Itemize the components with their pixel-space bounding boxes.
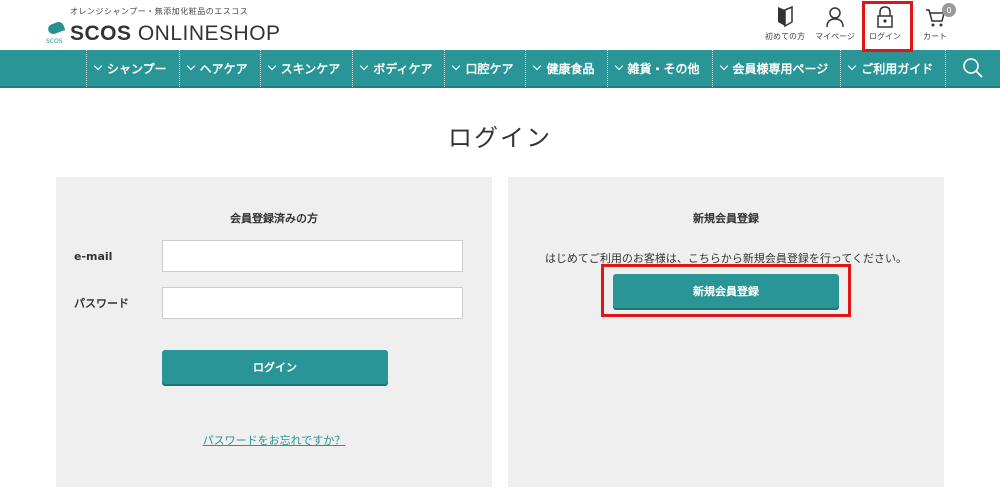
nav-item-label: ご利用ガイド: [861, 61, 934, 76]
chevron-down-icon: [848, 61, 857, 71]
nav-item-label: 健康食品: [546, 61, 595, 76]
nav-item-health-food[interactable]: 健康食品: [525, 49, 606, 87]
search-icon: [963, 58, 983, 78]
nav-item-label: 会員様専用ページ: [732, 61, 829, 76]
logo-tagline: オレンジシャンプー・無添加化粧品のエスコス: [70, 7, 249, 16]
chevron-down-icon: [452, 61, 461, 71]
beginner-mark-icon: [778, 6, 793, 28]
nav-item-label: シャンプー: [107, 61, 167, 76]
nav-item-shampoo[interactable]: シャンプー: [86, 49, 179, 87]
register-panel: 新規会員登録 はじめてご利用のお客様は、こちらから新規会員登録を行ってください。…: [508, 177, 944, 487]
page-title: ログイン: [448, 124, 552, 152]
first-time-link[interactable]: 初めての方: [760, 6, 810, 42]
chevron-down-icon: [186, 61, 195, 71]
cart-link[interactable]: 0 カート: [910, 3, 960, 42]
email-label: e-mail: [74, 249, 113, 263]
password-label: パスワード: [74, 297, 129, 310]
chevron-down-icon: [614, 61, 623, 71]
nav-item-label: スキンケア: [280, 61, 341, 76]
nav-item-bodycare[interactable]: ボディケア: [352, 49, 444, 87]
mypage-link[interactable]: マイページ: [810, 6, 860, 42]
member-panel-title: 会員登録済みの方: [230, 212, 318, 225]
forgot-password-link[interactable]: パスワードをお忘れですか？: [56, 432, 492, 448]
nav-item-goods[interactable]: 雑貨・その他: [606, 49, 712, 87]
logo-text: SCOS ONLINESHOP: [70, 23, 281, 45]
cart-count-badge: 0: [942, 3, 956, 17]
nav-item-oralcare[interactable]: 口腔ケア: [444, 49, 525, 87]
search-button[interactable]: [945, 49, 1000, 87]
register-panel-title: 新規会員登録: [693, 212, 759, 225]
first-time-label: 初めての方: [765, 32, 805, 41]
chevron-down-icon: [93, 61, 103, 71]
nav-item-label: 雑貨・その他: [627, 61, 700, 76]
login-panels: 会員登録済みの方 e-mail パスワード ログイン パスワードをお忘れですか？…: [56, 177, 944, 499]
login-link[interactable]: ログイン: [860, 1, 913, 52]
cart-label: カート: [923, 32, 947, 41]
user-icon: [826, 7, 844, 28]
nav-item-label: ボディケア: [373, 61, 433, 76]
logo-text-bold: SCOS: [70, 22, 132, 45]
site-logo[interactable]: オレンジシャンプー・無添加化粧品のエスコス SCOS SCOS ONLINESH…: [46, 6, 281, 45]
login-button[interactable]: ログイン: [162, 350, 388, 384]
member-login-panel: 会員登録済みの方 e-mail パスワード ログイン パスワードをお忘れですか？: [56, 177, 492, 487]
site-header: オレンジシャンプー・無添加化粧品のエスコス SCOS SCOS ONLINESH…: [0, 0, 1000, 52]
nav-item-label: 口腔ケア: [465, 61, 514, 76]
mypage-label: マイページ: [815, 32, 855, 41]
chevron-down-icon: [719, 61, 728, 71]
nav-item-haircare[interactable]: ヘアケア: [178, 49, 260, 87]
logo-small-text: SCOS: [46, 38, 63, 45]
password-row: パスワード: [74, 287, 463, 319]
chevron-down-icon: [267, 61, 276, 71]
email-field[interactable]: [162, 240, 463, 272]
email-row: e-mail: [74, 240, 463, 272]
chevron-down-icon: [533, 61, 542, 71]
password-field[interactable]: [162, 287, 463, 319]
login-label: ログイン: [869, 32, 901, 41]
utility-nav: 初めての方 マイページ ログイン 0 カート: [760, 1, 960, 52]
nav-item-label: ヘアケア: [199, 61, 248, 76]
nav-item-members[interactable]: 会員様専用ページ: [711, 49, 841, 87]
chevron-down-icon: [360, 61, 369, 71]
register-button[interactable]: 新規会員登録: [613, 274, 839, 308]
bird-logo-icon: SCOS: [46, 19, 66, 45]
nav-item-guide[interactable]: ご利用ガイド: [840, 49, 945, 87]
logo-text-rest: ONLINESHOP: [131, 22, 281, 45]
nav-item-skincare[interactable]: スキンケア: [259, 49, 353, 87]
lock-icon: [877, 6, 893, 28]
main-nav: シャンプー ヘアケア スキンケア ボディケア 口腔ケア 健康食品 雑貨・その他 …: [0, 49, 1000, 88]
